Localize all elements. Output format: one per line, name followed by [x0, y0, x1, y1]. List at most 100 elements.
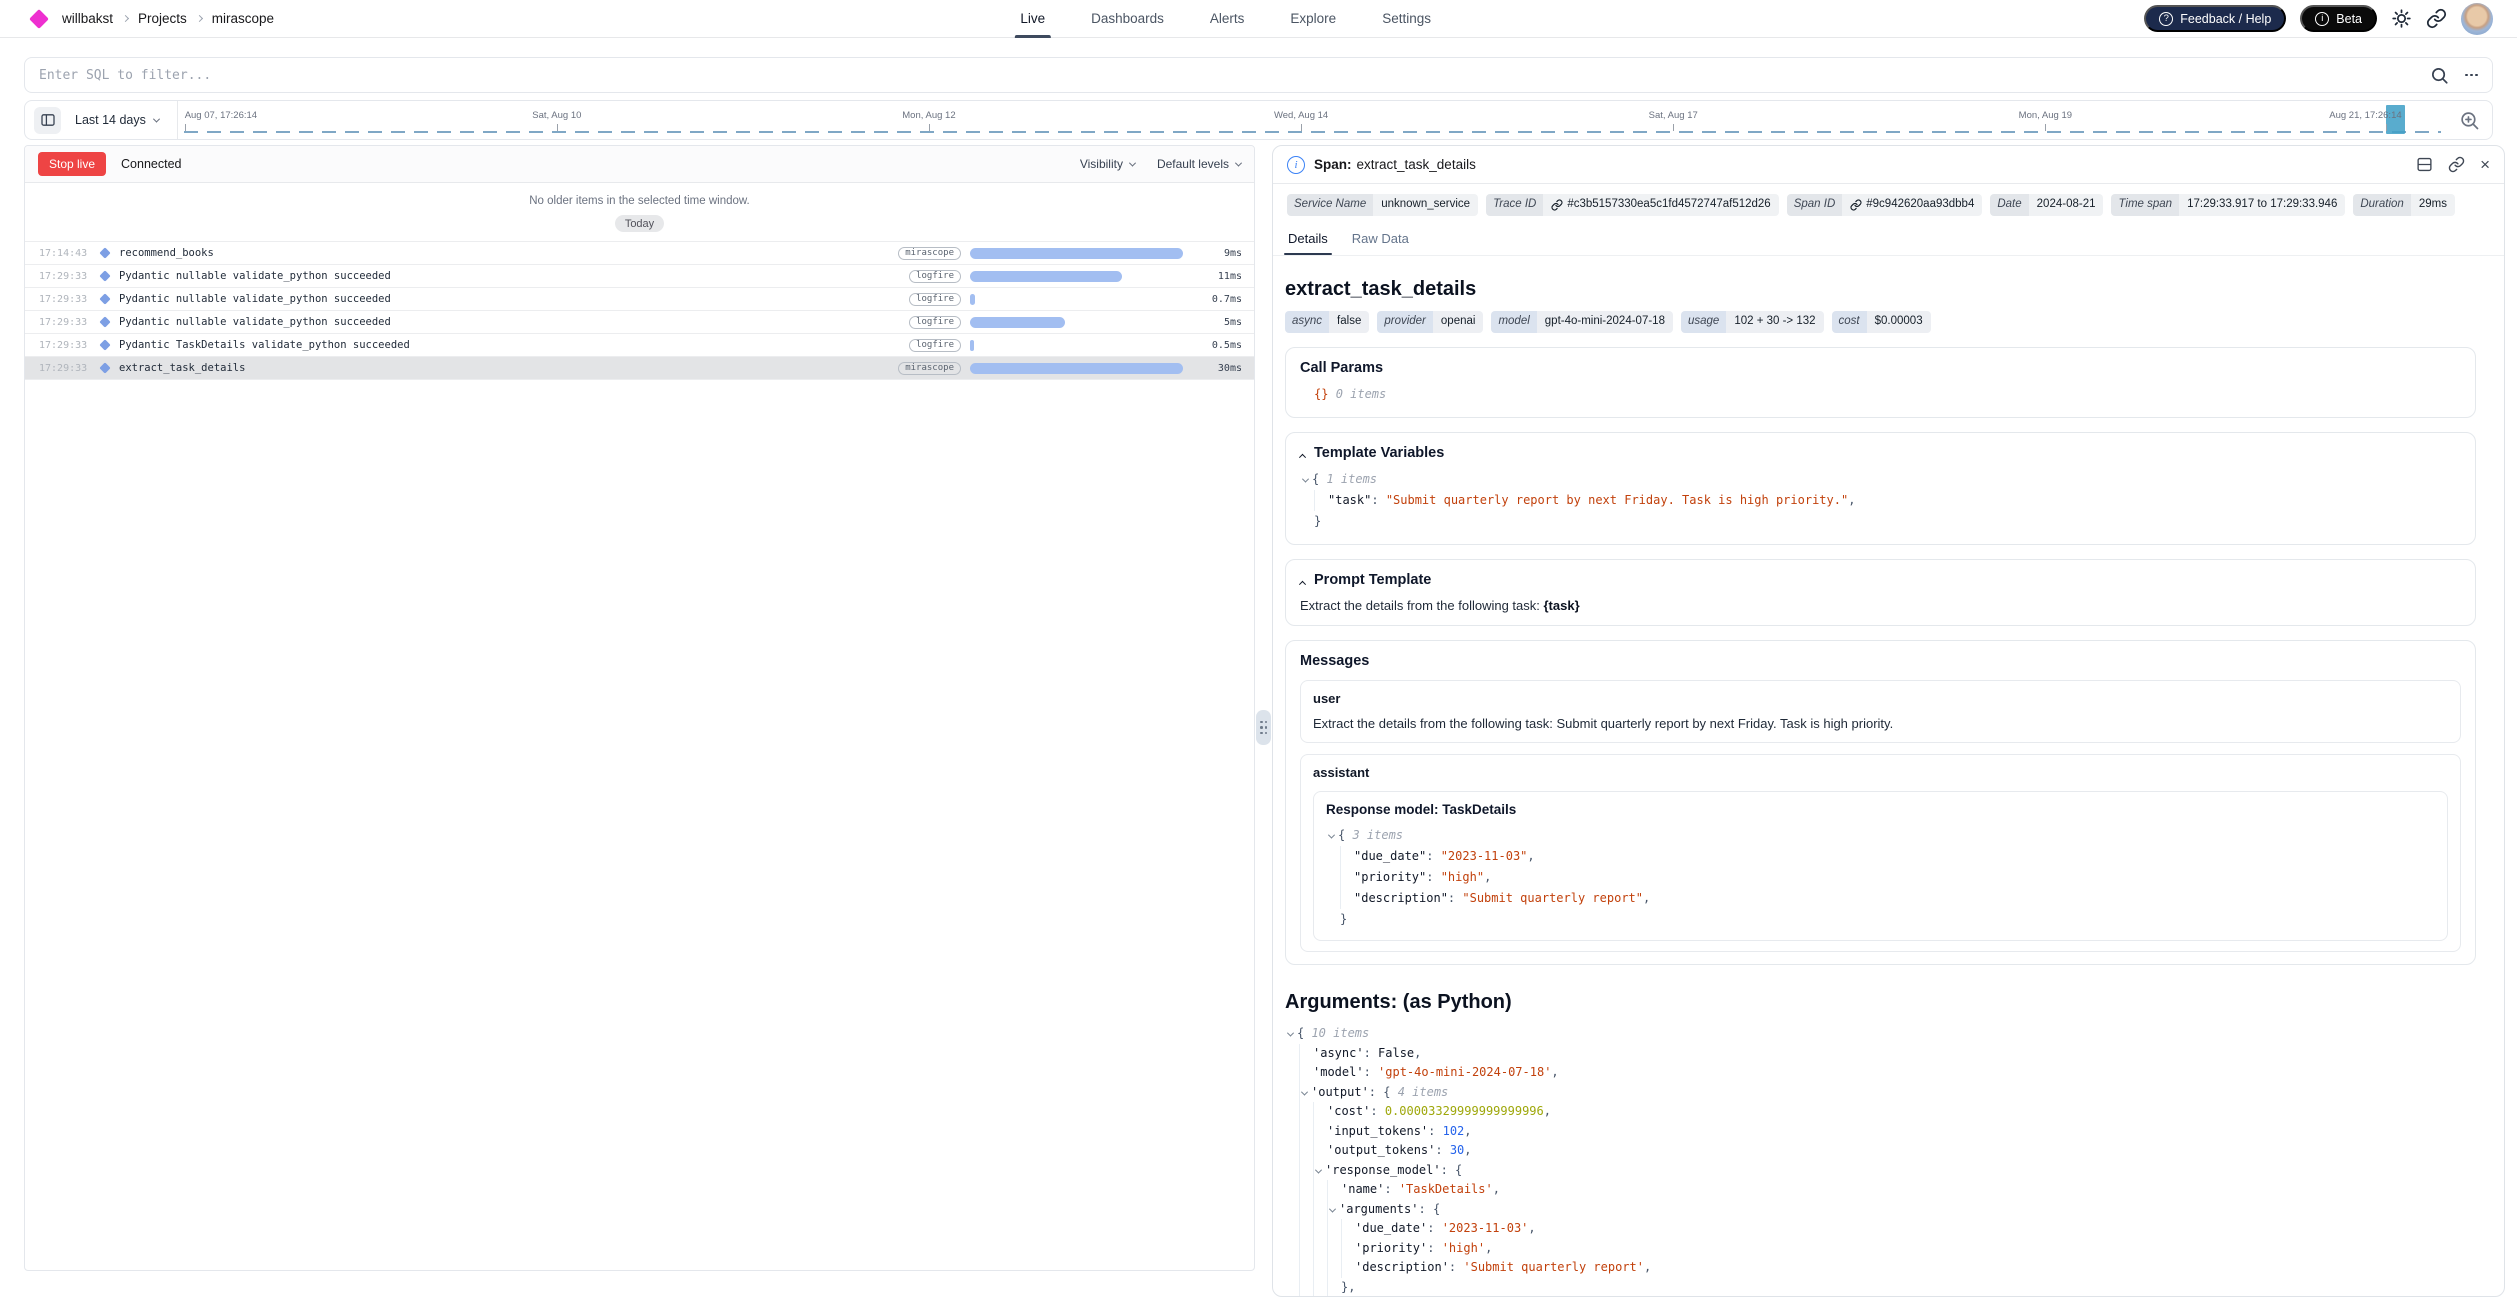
badge-value: false: [1329, 311, 1369, 333]
expand-chevron-icon[interactable]: [1330, 1200, 1335, 1220]
code-line: 'input_tokens': 102,: [1299, 1122, 2476, 1142]
tab-explore[interactable]: Explore: [1290, 0, 1336, 38]
span-title-prefix: Span:: [1314, 157, 1352, 172]
header-actions: ? Feedback / Help i Beta: [2144, 3, 2493, 35]
expand-chevron-icon[interactable]: [1288, 1024, 1293, 1044]
collapse-icon[interactable]: [1299, 580, 1306, 587]
feedback-help-button[interactable]: ? Feedback / Help: [2144, 5, 2286, 32]
panel-resize-handle[interactable]: [1256, 710, 1271, 745]
meta-label: Span ID: [1787, 194, 1843, 216]
code-token: :: [1364, 1063, 1378, 1083]
tab-settings[interactable]: Settings: [1382, 0, 1431, 38]
span-title: Span:extract_task_details: [1314, 157, 1476, 172]
theme-toggle-icon[interactable]: [2391, 8, 2412, 29]
duration-track: 0.7ms: [970, 294, 1242, 305]
code-token: :: [1384, 1180, 1398, 1200]
code-line: { 10 items: [1299, 1024, 2476, 1044]
indent-guide: [1299, 1063, 1313, 1083]
span-diamond-icon: [99, 362, 110, 373]
indent-guide: [1299, 1122, 1313, 1142]
filter-more-menu-icon[interactable]: [2465, 74, 2478, 77]
collapse-icon[interactable]: [1299, 453, 1306, 460]
tab-raw-data[interactable]: Raw Data: [1352, 231, 1409, 255]
code-line: "due_date": "2023-11-03",: [1340, 846, 2435, 867]
zoom-in-icon[interactable]: [2459, 110, 2480, 131]
log-timestamp: 17:29:33: [39, 271, 101, 282]
timeline-tick-mark: [1673, 124, 1674, 131]
indent-guide: [1313, 1102, 1327, 1122]
stop-live-button[interactable]: Stop live: [38, 152, 106, 176]
timeline-tick-label: Mon, Aug 19: [2019, 110, 2072, 121]
expand-chevron-icon[interactable]: [1329, 825, 1334, 846]
logfire-logo-icon[interactable]: [29, 9, 49, 29]
code-token: [1328, 384, 1335, 405]
code-line: },: [1299, 1278, 2476, 1297]
log-span-name: Pydantic nullable validate_python succee…: [119, 316, 909, 328]
template-variables-card: Template Variables { 1 items"task": "Sub…: [1285, 432, 2476, 545]
default-levels-dropdown[interactable]: Default levels: [1157, 157, 1241, 171]
log-row[interactable]: 17:29:33Pydantic TaskDetails validate_py…: [25, 333, 1254, 356]
expand-chevron-icon[interactable]: [1302, 1083, 1307, 1103]
span-heading: extract_task_details: [1285, 278, 2476, 301]
timeline-tick-label: Sat, Aug 10: [532, 110, 581, 121]
meta-span-id[interactable]: Span ID#9c942620aa93dbb4: [1787, 194, 1983, 216]
span-diamond-icon: [99, 247, 110, 258]
sql-filter-input[interactable]: [39, 68, 2430, 83]
tab-details[interactable]: Details: [1288, 231, 1328, 255]
expand-chevron-icon[interactable]: [1303, 469, 1308, 490]
beta-button[interactable]: i Beta: [2300, 5, 2377, 32]
code-token: 'output': [1311, 1083, 1369, 1103]
user-message-text: Extract the details from the following t…: [1313, 715, 2448, 733]
log-row[interactable]: 17:29:33Pydantic nullable validate_pytho…: [25, 287, 1254, 310]
user-avatar[interactable]: [2461, 3, 2493, 35]
code-token: :: [1427, 1219, 1441, 1239]
breadcrumb-item-mirascope[interactable]: mirascope: [212, 11, 274, 26]
code-token: :: [1426, 846, 1440, 867]
tab-alerts[interactable]: Alerts: [1210, 0, 1245, 38]
visibility-dropdown[interactable]: Visibility: [1080, 157, 1135, 171]
template-variables-title: Template Variables: [1314, 445, 1444, 461]
timeline-region[interactable]: Aug 07, 17:26:14Sat, Aug 10Mon, Aug 12We…: [178, 101, 2447, 139]
tab-live[interactable]: Live: [1020, 0, 1045, 38]
info-icon: i: [2315, 12, 2329, 26]
share-link-icon[interactable]: [2426, 8, 2447, 29]
meta-trace-id[interactable]: Trace ID#c3b5157330ea5c1fd4572747af512d2…: [1486, 194, 1779, 216]
tab-dashboards[interactable]: Dashboards: [1091, 0, 1164, 38]
main-nav: Live Dashboards Alerts Explore Settings: [1020, 0, 1431, 38]
sidebar-toggle-icon[interactable]: [34, 107, 61, 134]
code-token: "task": [1328, 490, 1371, 511]
empty-window-notice: No older items in the selected time wind…: [25, 195, 1254, 207]
meta-value: 17:29:33.917 to 17:29:33.946: [2179, 194, 2345, 216]
expand-chevron-icon[interactable]: [1316, 1161, 1321, 1181]
meta-label: Duration: [2353, 194, 2410, 216]
breadcrumb-item-willbakst[interactable]: willbakst: [62, 11, 113, 26]
time-range-dropdown[interactable]: Last 14 days: [75, 113, 159, 127]
code-token: 'TaskDetails': [1399, 1180, 1493, 1200]
breadcrumb-item-Projects[interactable]: Projects: [138, 11, 187, 26]
log-span-name: recommend_books: [119, 247, 898, 259]
log-row[interactable]: 17:29:33extract_task_detailsmirascope30m…: [25, 356, 1254, 379]
code-line: 'output': { 4 items: [1299, 1083, 2476, 1103]
code-token: ,: [1485, 1239, 1492, 1259]
code-token: 3 items: [1352, 825, 1403, 846]
badge-label: async: [1285, 311, 1329, 333]
split-view-icon[interactable]: [2416, 156, 2433, 173]
code-token: ,: [1464, 1141, 1471, 1161]
chevron-right-icon: [122, 15, 129, 22]
code-token: "Submit quarterly report by next Friday.…: [1386, 490, 1848, 511]
code-token: {: [1338, 825, 1352, 846]
user-role-label: user: [1313, 691, 2448, 706]
log-row[interactable]: 17:29:33 Pydantic nullable validate_pytho…: [25, 310, 1254, 333]
timeline-tick-label: Sat, Aug 17: [1649, 110, 1698, 121]
timeline-tick-mark: [929, 124, 930, 131]
code-token: 'due_date': [1355, 1219, 1427, 1239]
prompt-template-text: Extract the details from the following t…: [1300, 598, 2461, 613]
meta-value: #c3b5157330ea5c1fd4572747af512d26: [1543, 194, 1778, 216]
search-icon[interactable]: [2430, 66, 2449, 85]
log-timestamp: 17:29:33: [39, 317, 101, 328]
log-row[interactable]: 17:14:43recommend_booksmirascope9ms: [25, 241, 1254, 264]
log-timestamp: 17:29:33: [39, 294, 101, 305]
log-row[interactable]: 17:29:33Pydantic nullable validate_pytho…: [25, 264, 1254, 287]
copy-link-icon[interactable]: [2448, 156, 2465, 173]
close-icon[interactable]: ×: [2480, 156, 2490, 173]
